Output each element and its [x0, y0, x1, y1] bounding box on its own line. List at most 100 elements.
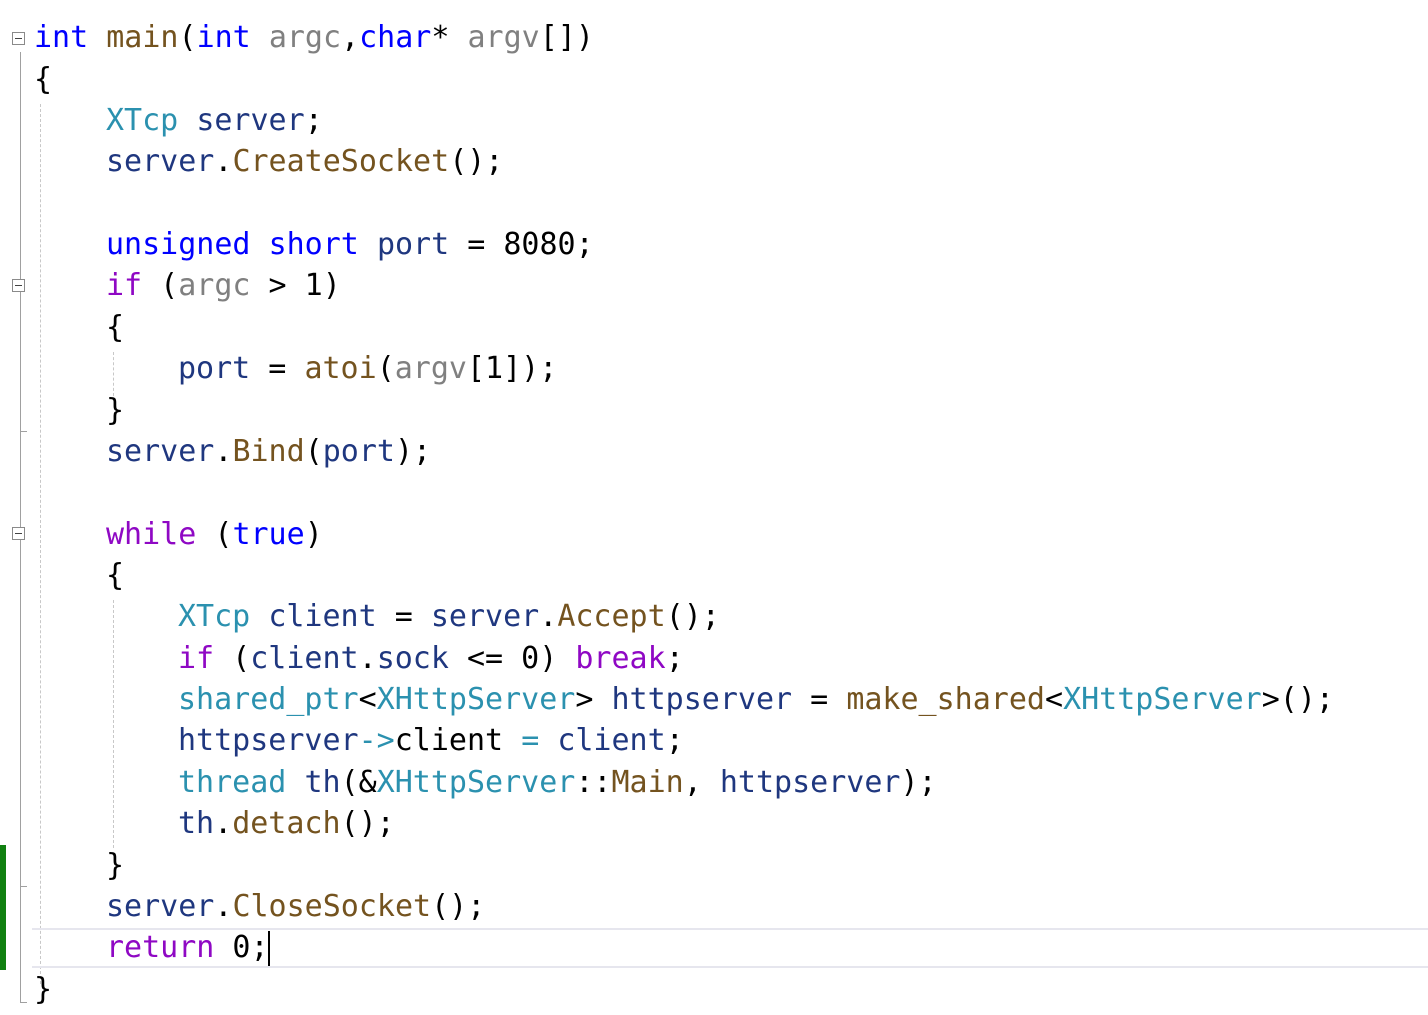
code-token: ( — [178, 20, 197, 55]
code-line[interactable]: th.detach(); — [178, 803, 395, 844]
code-token: server — [106, 434, 215, 469]
code-line[interactable]: server.CloseSocket(); — [106, 886, 485, 927]
code-token: ( — [196, 517, 233, 552]
code-token: make_shared — [846, 682, 1045, 717]
code-token: Main — [611, 765, 684, 800]
code-line[interactable]: { — [106, 307, 124, 348]
fold-end-tick — [20, 886, 27, 887]
code-token: = — [376, 599, 431, 634]
code-token: main — [106, 20, 179, 55]
code-token: int — [34, 20, 89, 55]
code-token: ( — [304, 434, 323, 469]
code-token: sock — [376, 641, 449, 676]
code-token: Bind — [232, 434, 305, 469]
code-token: XHttpServer — [1063, 682, 1262, 717]
code-token: } — [106, 393, 125, 428]
code-line[interactable]: if (client.sock <= 0) break; — [178, 638, 684, 679]
code-line[interactable]: return 0; — [106, 927, 269, 968]
collapse-main-icon[interactable] — [12, 32, 25, 45]
code-token: = — [792, 682, 847, 717]
code-token: client — [557, 723, 666, 758]
fold-end-tick — [20, 431, 27, 432]
code-token: <= 0) — [448, 641, 576, 676]
code-token: argc — [178, 268, 251, 303]
code-token: if — [106, 268, 143, 303]
code-token: , — [341, 20, 360, 55]
code-line[interactable]: server.CreateSocket(); — [106, 141, 503, 182]
code-token: (& — [340, 765, 377, 800]
code-line[interactable]: } — [34, 969, 52, 1010]
code-editor[interactable]: int main(int argc,char* argv[]) { XTcp ser… — [0, 0, 1428, 1015]
code-token: = 8080; — [449, 227, 594, 262]
code-token: . — [358, 641, 377, 676]
code-line[interactable]: XTcp server; — [106, 100, 323, 141]
code-line[interactable]: server.Bind(port); — [106, 431, 431, 472]
code-line[interactable]: shared_ptr<XHttpServer> httpserver = mak… — [178, 679, 1334, 720]
code-token: atoi — [304, 351, 377, 386]
code-token: argv — [394, 351, 467, 386]
code-token: CreateSocket — [232, 144, 450, 179]
code-line[interactable]: unsigned short port = 8080; — [106, 224, 594, 265]
code-token: ; — [304, 103, 323, 138]
code-token: short — [268, 227, 359, 262]
code-token: } — [34, 972, 53, 1007]
code-token: ; — [665, 723, 684, 758]
code-line[interactable]: } — [106, 390, 124, 431]
code-token: { — [106, 310, 125, 345]
code-token: . — [539, 599, 558, 634]
code-token: ); — [900, 765, 937, 800]
code-token: . — [214, 434, 233, 469]
code-token: { — [34, 62, 53, 97]
code-token: th — [178, 806, 215, 841]
code-line[interactable]: } — [106, 845, 124, 886]
code-token: ( — [214, 641, 251, 676]
code-token: = — [521, 723, 540, 758]
code-token: return — [106, 930, 215, 965]
code-token: argc — [268, 20, 342, 55]
code-token: -> — [358, 723, 395, 758]
code-line[interactable]: while (true) — [106, 514, 323, 555]
code-token: port — [178, 351, 251, 386]
code-token: >(); — [1261, 682, 1334, 717]
code-line[interactable]: { — [34, 59, 52, 100]
code-token: int — [196, 20, 251, 55]
code-token: > 1) — [250, 268, 341, 303]
code-token: char — [359, 20, 432, 55]
code-token: > — [575, 682, 612, 717]
collapse-while-icon[interactable] — [12, 527, 25, 540]
code-line[interactable]: port = atoi(argv[1]); — [178, 348, 557, 389]
code-token: . — [214, 806, 233, 841]
code-token: client — [250, 641, 359, 676]
code-line[interactable]: httpserver->client = client; — [178, 720, 684, 761]
code-token: (); — [449, 144, 504, 179]
code-token: true — [232, 517, 305, 552]
code-token: th — [304, 765, 341, 800]
collapse-if-icon[interactable] — [12, 279, 25, 292]
code-line[interactable]: int main(int argc,char* argv[]) — [34, 17, 594, 58]
text-caret — [268, 931, 270, 966]
code-token: ; — [665, 641, 684, 676]
code-line[interactable]: XTcp client = server.Accept(); — [178, 596, 720, 637]
code-token: XTcp — [106, 103, 179, 138]
code-line[interactable]: { — [106, 555, 124, 596]
code-token: < — [1045, 682, 1064, 717]
code-token: (); — [431, 889, 486, 924]
code-line[interactable]: thread th(&XHttpServer::Main, httpserver… — [178, 762, 937, 803]
code-token: shared_ptr — [178, 682, 359, 717]
code-token: ); — [395, 434, 432, 469]
code-token: { — [106, 558, 125, 593]
code-token: * — [431, 20, 468, 55]
code-token: while — [106, 517, 197, 552]
code-line[interactable]: if (argc > 1) — [106, 265, 341, 306]
code-token: client — [268, 599, 377, 634]
code-token: server — [106, 889, 215, 924]
code-token: port — [322, 434, 395, 469]
indent-guide — [40, 104, 41, 984]
code-token: httpserver — [719, 765, 901, 800]
